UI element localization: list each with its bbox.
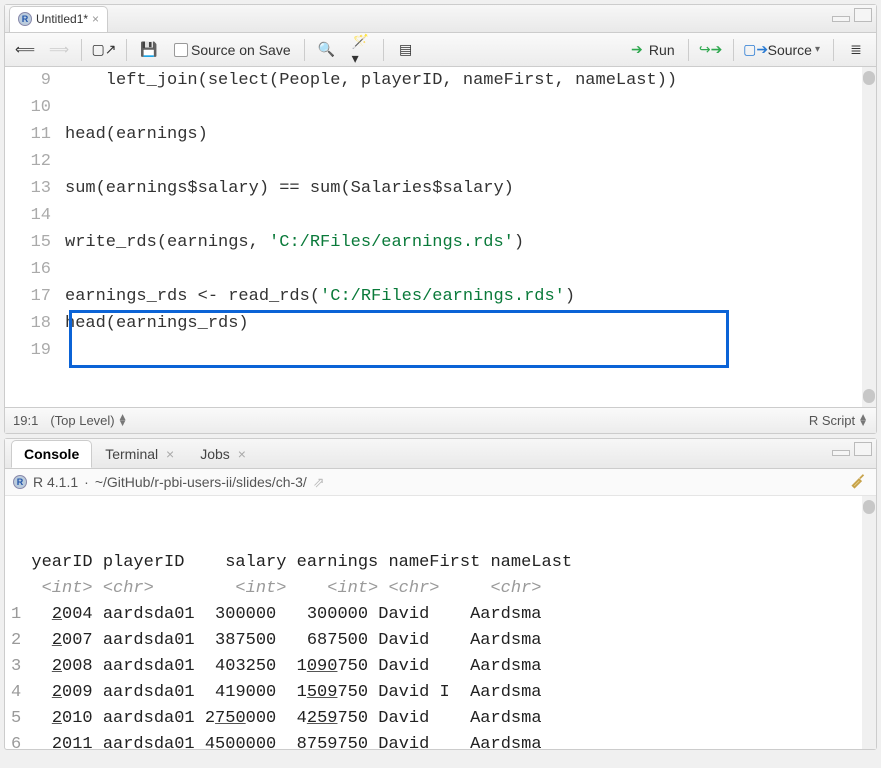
code-line[interactable] [61,256,876,283]
close-icon[interactable]: × [238,446,246,462]
editor-pane: R Untitled1* × ⟸ ⟹ ▢↗ 💾 Source on Save 🔍… [4,4,877,434]
notebook-button[interactable]: ▤ [392,39,420,61]
editor-vertical-scrollbar[interactable] [862,67,876,407]
code-line[interactable]: sum(earnings$salary) == sum(Salaries$sal… [61,175,876,202]
working-directory: ~/GitHub/r-pbi-users-ii/slides/ch-3/ [95,474,307,490]
console-table-row: 3 2008 aardsda01 403250 1090750 David Aa… [11,654,870,680]
language-selector-label: R Script [809,413,855,428]
line-number: 16 [5,256,61,283]
console-table-row: 2 2007 aardsda01 387500 687500 David Aar… [11,628,870,654]
source-label: Source [768,42,812,58]
find-button[interactable]: 🔍 [313,39,341,61]
line-number: 14 [5,202,61,229]
run-button[interactable]: ➔ Run [623,39,680,61]
rerun-icon: ↪➔ [702,41,720,59]
outline-button[interactable]: ≣ [842,39,870,61]
source-on-save-label: Source on Save [191,42,291,58]
toolbar-separator [733,39,734,61]
console-vertical-scrollbar[interactable] [862,496,876,749]
toolbar-separator [304,39,305,61]
code-line[interactable]: head(earnings_rds) [61,310,876,337]
line-number: 19 [5,337,61,364]
code-line[interactable]: head(earnings) [61,121,876,148]
console-table-row: 1 2004 aardsda01 300000 300000 David Aar… [11,602,870,628]
updown-icon: ▲▼ [118,415,128,427]
show-in-new-window-button[interactable]: ▢↗ [90,39,118,61]
cursor-position: 19:1 [13,413,38,428]
close-icon[interactable]: × [166,446,174,462]
source-on-save-toggle[interactable]: Source on Save [169,40,296,60]
editor-toolbar: ⟸ ⟹ ▢↗ 💾 Source on Save 🔍 🪄▾ ▤ ➔ Run ↪➔ … [5,33,876,67]
toolbar-separator [81,39,82,61]
line-number: 11 [5,121,61,148]
line-number: 15 [5,229,61,256]
console-info-bar: R R 4.1.1 · ~/GitHub/r-pbi-users-ii/slid… [5,469,876,496]
scope-selector-label: (Top Level) [50,413,114,428]
line-number: 9 [5,67,61,94]
pane-window-controls [832,8,872,22]
code-line[interactable] [61,94,876,121]
toolbar-separator [833,39,834,61]
pane-window-controls [832,442,872,456]
code-line[interactable] [61,202,876,229]
tab-console[interactable]: Console [11,440,92,468]
editor-tab-title: Untitled1* [36,12,88,26]
console-tabbar: Console Terminal × Jobs × [5,439,876,469]
save-button[interactable]: 💾 [135,39,163,61]
tab-terminal[interactable]: Terminal × [92,440,187,468]
code-editor[interactable]: 9 left_join(select(People, playerID, nam… [5,67,876,407]
code-line[interactable]: left_join(select(People, playerID, nameF… [61,67,876,94]
console-output[interactable]: yearID playerID salary earnings nameFirs… [5,496,876,749]
wand-button[interactable]: 🪄▾ [347,39,375,61]
run-label: Run [649,42,675,58]
run-icon: ➔ [628,41,646,59]
rerun-button[interactable]: ↪➔ [697,39,725,61]
editor-tabbar: R Untitled1* × [5,5,876,33]
source-icon: ▢➔ [747,41,765,59]
updown-icon: ▲▼ [858,415,868,427]
console-table-row: 6 2011 aardsda01 4500000 8759750 David A… [11,732,870,749]
minimize-pane-button[interactable] [832,450,850,456]
code-line[interactable] [61,148,876,175]
console-table-row: 5 2010 aardsda01 2750000 4259750 David A… [11,706,870,732]
r-logo-icon: R [13,475,27,489]
toolbar-separator [383,39,384,61]
tab-terminal-label: Terminal [105,446,158,462]
console-table-row: 4 2009 aardsda01 419000 1509750 David I … [11,680,870,706]
clear-console-icon[interactable] [850,473,868,491]
scope-selector[interactable]: (Top Level) ▲▼ [50,413,127,428]
code-line[interactable]: write_rds(earnings, 'C:/RFiles/earnings.… [61,229,876,256]
back-button[interactable]: ⟸ [11,39,39,61]
editor-tab-untitled1[interactable]: R Untitled1* × [9,6,108,32]
language-selector[interactable]: R Script ▲▼ [809,413,868,428]
open-folder-icon[interactable]: ⇗ [313,474,325,491]
tab-jobs-label: Jobs [200,446,230,462]
toolbar-separator [688,39,689,61]
line-number: 13 [5,175,61,202]
toolbar-separator [126,39,127,61]
r-version-label: R 4.1.1 [33,474,78,490]
line-number: 10 [5,94,61,121]
code-line[interactable]: earnings_rds <- read_rds('C:/RFiles/earn… [61,283,876,310]
r-file-icon: R [18,12,32,26]
forward-button[interactable]: ⟹ [45,39,73,61]
tab-jobs[interactable]: Jobs × [187,440,259,468]
checkbox-icon [174,43,188,57]
line-number: 12 [5,148,61,175]
console-pane: Console Terminal × Jobs × R R 4.1.1 · ~/… [4,438,877,750]
minimize-pane-button[interactable] [832,16,850,22]
maximize-pane-button[interactable] [854,8,872,22]
editor-statusbar: 19:1 (Top Level) ▲▼ R Script ▲▼ [5,407,876,433]
close-icon[interactable]: × [92,12,99,26]
maximize-pane-button[interactable] [854,442,872,456]
line-number: 17 [5,283,61,310]
code-line[interactable] [61,337,876,364]
source-button[interactable]: ▢➔ Source ▾ [742,39,825,61]
line-number: 18 [5,310,61,337]
